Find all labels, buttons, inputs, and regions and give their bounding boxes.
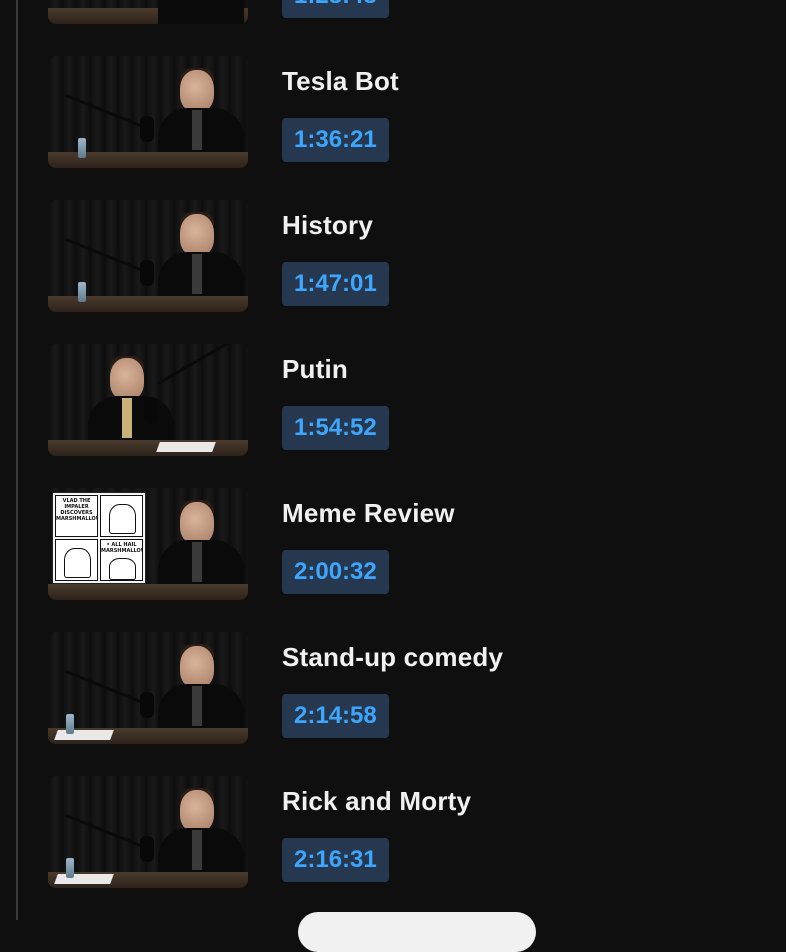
chapter-thumbnail[interactable] — [48, 776, 248, 888]
chapter-timestamp[interactable]: 1:54:52 — [282, 406, 389, 450]
chapter-title[interactable]: Putin — [282, 354, 348, 385]
chapter-title[interactable]: Tesla Bot — [282, 66, 399, 97]
show-more-button[interactable] — [298, 912, 536, 952]
chapter-title[interactable]: Meme Review — [282, 498, 455, 529]
chapter-timestamp[interactable]: 2:00:32 — [282, 550, 389, 594]
chapter-thumbnail[interactable] — [48, 344, 248, 456]
chapter-thumbnail[interactable]: VLAD THE IMPALER DISCOVERS MARSHMALLOWS … — [48, 488, 248, 600]
chapter-thumbnail[interactable] — [48, 0, 248, 24]
chapter-thumbnail[interactable] — [48, 632, 248, 744]
chapter-timestamp[interactable]: 1:28:48 — [282, 0, 389, 18]
chapter-title[interactable]: Rick and Morty — [282, 786, 471, 817]
chapter-title[interactable]: Stand-up comedy — [282, 642, 503, 673]
meme-caption-top: VLAD THE IMPALER DISCOVERS MARSHMALLOWS — [56, 498, 97, 522]
chapter-timestamp[interactable]: 2:16:31 — [282, 838, 389, 882]
chapter-timestamp[interactable]: 1:47:01 — [282, 262, 389, 306]
meme-caption-bottom: • ALL HAIL MARSHMALLOWS — [101, 542, 142, 554]
chapter-item[interactable]: Rick and Morty 2:16:31 — [48, 776, 748, 888]
chapter-item[interactable]: History 1:47:01 — [48, 200, 748, 312]
chapter-item[interactable]: Tesla Bot 1:36:21 — [48, 56, 748, 168]
chapter-item[interactable]: 1:28:48 — [48, 0, 748, 24]
chapter-item[interactable]: Stand-up comedy 2:14:58 — [48, 632, 748, 744]
chapter-title[interactable]: History — [282, 210, 373, 241]
chapter-thumbnail[interactable] — [48, 200, 248, 312]
chapter-thumbnail[interactable] — [48, 56, 248, 168]
chapter-item[interactable]: Putin 1:54:52 — [48, 344, 748, 456]
meme-image: VLAD THE IMPALER DISCOVERS MARSHMALLOWS … — [52, 492, 146, 584]
chapter-list: 1:28:48 Tesla Bot 1:36:21 History 1:47:0… — [0, 0, 786, 920]
chapter-timestamp[interactable]: 2:14:58 — [282, 694, 389, 738]
chapter-timestamp[interactable]: 1:36:21 — [282, 118, 389, 162]
chapter-item[interactable]: VLAD THE IMPALER DISCOVERS MARSHMALLOWS … — [48, 488, 748, 600]
